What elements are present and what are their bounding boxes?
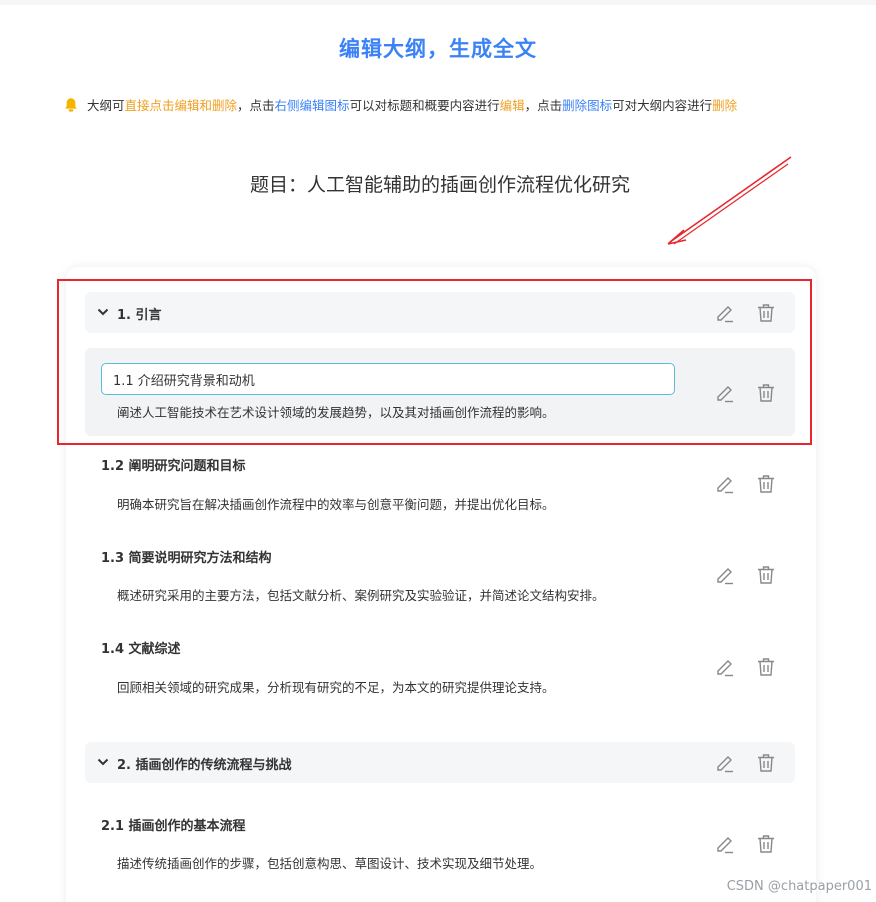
notice-text-4: ，点击 <box>524 98 563 113</box>
section-title[interactable]: 1.3 简要说明研究方法和结构 <box>101 547 272 566</box>
section-description[interactable]: 回顾相关领域的研究成果，分析现有研究的不足，为本文的研究提供理论支持。 <box>117 677 555 696</box>
pencil-icon[interactable] <box>714 302 736 324</box>
chevron-down-icon[interactable] <box>97 756 109 768</box>
section-1-4[interactable]: 1.4 文献综述 回顾相关领域的研究成果，分析现有研究的不足，为本文的研究提供理… <box>85 630 795 710</box>
trash-icon[interactable] <box>755 473 777 495</box>
watermark: CSDN @chatpaper001 <box>726 879 872 894</box>
pencil-icon[interactable] <box>714 833 736 855</box>
pencil-icon[interactable] <box>714 656 736 678</box>
section-title[interactable]: 1.2 阐明研究问题和目标 <box>101 455 246 474</box>
notice-text-2: ，点击 <box>237 98 275 113</box>
notice-highlight-edit-icon: 右侧编辑图标 <box>274 98 350 113</box>
section-title[interactable]: 1.4 文献综述 <box>101 638 181 657</box>
pencil-icon[interactable] <box>714 473 736 495</box>
trash-icon[interactable] <box>755 564 777 586</box>
section-1-3[interactable]: 1.3 简要说明研究方法和结构 概述研究采用的主要方法，包括文献分析、案例研究及… <box>85 538 795 618</box>
section-2-1[interactable]: 2.1 插画创作的基本流程 描述传统插画创作的步骤，包括创意构思、草图设计、技术… <box>85 806 795 886</box>
bell-icon <box>64 97 78 113</box>
trash-icon[interactable] <box>755 752 777 774</box>
section-1-2[interactable]: 1.2 阐明研究问题和目标 明确本研究旨在解决插画创作流程中的效率与创意平衡问题… <box>85 446 795 526</box>
page-title: 编辑大纲，生成全文 <box>339 37 537 61</box>
notice-highlight-delete-icon: 删除图标 <box>562 98 613 113</box>
pencil-icon[interactable] <box>714 752 736 774</box>
notice-text-1: 大纲可 <box>87 98 125 113</box>
notice-highlight-delete: 删除 <box>712 98 738 113</box>
pencil-icon[interactable] <box>714 564 736 586</box>
chapter-title[interactable]: 2. 插画创作的传统流程与挑战 <box>117 754 292 773</box>
top-bar <box>0 0 876 5</box>
notice-text-5: 可对大纲内容进行 <box>612 98 713 113</box>
annotation-arrow-icon <box>667 156 792 245</box>
notice-text-3: 可以对标题和概要内容进行 <box>349 98 500 113</box>
trash-icon[interactable] <box>755 656 777 678</box>
section-description[interactable]: 概述研究采用的主要方法，包括文献分析、案例研究及实验验证，并简述论文结构安排。 <box>117 585 605 604</box>
section-title[interactable]: 2.1 插画创作的基本流程 <box>101 815 246 834</box>
chevron-down-icon[interactable] <box>97 306 109 318</box>
section-description[interactable]: 描述传统插画创作的步骤，包括创意构思、草图设计、技术实现及细节处理。 <box>117 853 542 872</box>
notice-bar: 大纲可 直接点击编辑和删除 ，点击 右侧编辑图标 可以对标题和概要内容进行 编辑 ，点击 删除… <box>64 95 737 114</box>
notice-highlight-edit-delete: 直接点击编辑和删除 <box>124 98 238 113</box>
notice-highlight-edit: 编辑 <box>499 98 525 113</box>
section-title-input[interactable] <box>101 363 675 395</box>
trash-icon[interactable] <box>755 382 777 404</box>
trash-icon[interactable] <box>755 302 777 324</box>
trash-icon[interactable] <box>755 833 777 855</box>
chapter-title[interactable]: 1. 引言 <box>117 304 162 323</box>
section-description[interactable]: 明确本研究旨在解决插画创作流程中的效率与创意平衡问题，并提出优化目标。 <box>117 494 555 513</box>
pencil-icon[interactable] <box>714 382 736 404</box>
chapter-1-header[interactable]: 1. 引言 <box>85 292 795 333</box>
section-description[interactable]: 阐述人工智能技术在艺术设计领域的发展趋势，以及其对插画创作流程的影响。 <box>117 402 555 421</box>
chapter-2-header[interactable]: 2. 插画创作的传统流程与挑战 <box>85 742 795 783</box>
section-1-1[interactable]: 阐述人工智能技术在艺术设计领域的发展趋势，以及其对插画创作流程的影响。 <box>85 348 795 436</box>
